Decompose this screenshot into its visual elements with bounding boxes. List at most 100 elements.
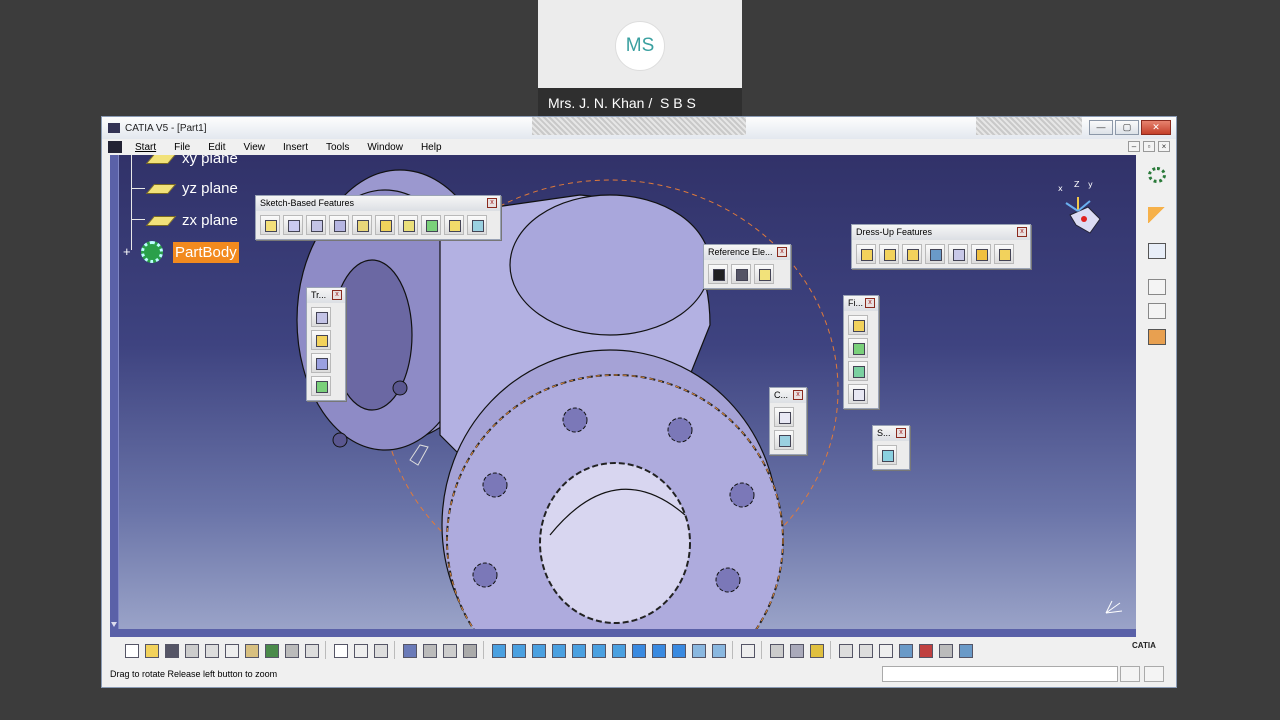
sketch-based-features-toolbar[interactable]: Sketch-Based Features x: [255, 195, 501, 240]
tree-item-partbody[interactable]: + PartBody: [123, 241, 239, 263]
tree-item-zx-plane[interactable]: zx plane: [145, 212, 238, 229]
3d-constraint-icon[interactable]: [896, 641, 914, 659]
toolbar-close-icon[interactable]: x: [896, 428, 906, 438]
measure-inertia-icon[interactable]: [807, 641, 825, 659]
maximize-button[interactable]: ▢: [1115, 120, 1139, 135]
menu-tools[interactable]: Tools: [317, 142, 358, 153]
contact-constraint-icon[interactable]: [774, 430, 794, 450]
toolbar-close-icon[interactable]: x: [793, 390, 803, 400]
menu-insert[interactable]: Insert: [274, 142, 317, 153]
scan-icon[interactable]: [460, 641, 478, 659]
cut-icon[interactable]: [202, 641, 220, 659]
rotate-icon[interactable]: [549, 641, 567, 659]
annotation-icon[interactable]: [1148, 279, 1166, 295]
normal-view-icon[interactable]: [609, 641, 627, 659]
toolbar-close-icon[interactable]: x: [865, 298, 875, 308]
snap-icon[interactable]: [856, 641, 874, 659]
toolbar-close-icon[interactable]: x: [487, 198, 497, 208]
print-icon[interactable]: [182, 641, 200, 659]
menu-window[interactable]: Window: [358, 142, 412, 153]
toolbar-close-icon[interactable]: x: [777, 247, 787, 257]
pan-icon[interactable]: [529, 641, 547, 659]
pad-icon[interactable]: [260, 215, 280, 235]
toolbar-close-icon[interactable]: x: [1017, 227, 1027, 237]
horizontal-scrollbar[interactable]: [110, 629, 1136, 637]
axis-system-icon[interactable]: [836, 641, 854, 659]
zoom-out-icon[interactable]: [589, 641, 607, 659]
apply-material-icon[interactable]: [1148, 329, 1166, 345]
catalog-icon[interactable]: [420, 641, 438, 659]
multi-section-solid-icon[interactable]: [444, 215, 464, 235]
doc-minimize-button[interactable]: –: [1128, 141, 1140, 152]
menu-view[interactable]: View: [234, 142, 274, 153]
measure-item-icon[interactable]: [787, 641, 805, 659]
fit-all-icon[interactable]: [509, 641, 527, 659]
edge-fillet-icon[interactable]: [856, 244, 876, 264]
fillet-toolbar[interactable]: Fi... x: [843, 295, 879, 409]
menu-file[interactable]: File: [165, 142, 199, 153]
swap-visible-icon[interactable]: [709, 641, 727, 659]
boolean-icon[interactable]: [440, 641, 458, 659]
split-icon[interactable]: [877, 445, 897, 465]
thickness-icon[interactable]: [948, 244, 968, 264]
grid-icon[interactable]: [876, 641, 894, 659]
multi-view-icon[interactable]: [629, 641, 647, 659]
slot-icon[interactable]: [398, 215, 418, 235]
variable-fillet-icon[interactable]: [848, 315, 868, 335]
chordal-fillet-icon[interactable]: [848, 384, 868, 404]
mirror-icon[interactable]: [311, 330, 331, 350]
redo-icon[interactable]: [282, 641, 300, 659]
toolbar-close-icon[interactable]: x: [332, 290, 342, 300]
measure-between-icon[interactable]: [767, 641, 785, 659]
minimize-button[interactable]: —: [1089, 120, 1113, 135]
save-icon[interactable]: [162, 641, 180, 659]
transformation-toolbar[interactable]: Tr... x: [306, 287, 346, 401]
knowledge-icon[interactable]: [371, 641, 389, 659]
tritangent-fillet-icon[interactable]: [848, 361, 868, 381]
title-bar[interactable]: CATIA V5 - [Part1] — ▢ ✕: [102, 117, 1176, 139]
sketcher-icon[interactable]: [1148, 243, 1166, 259]
menu-start[interactable]: Start: [126, 142, 165, 153]
reference-elements-toolbar[interactable]: Reference Ele... x: [703, 244, 791, 289]
analysis-icon[interactable]: [916, 641, 934, 659]
line-icon[interactable]: [731, 264, 751, 284]
doc-close-button[interactable]: ×: [1158, 141, 1170, 152]
zoom-in-icon[interactable]: [569, 641, 587, 659]
whats-this-icon[interactable]: [302, 641, 320, 659]
command-button[interactable]: [1120, 666, 1140, 682]
command-button[interactable]: [1144, 666, 1164, 682]
tree-item-xy-plane[interactable]: xy plane: [145, 155, 238, 167]
command-input[interactable]: [882, 666, 1118, 682]
rib-icon[interactable]: [375, 215, 395, 235]
workbench-gear-icon[interactable]: [1148, 167, 1166, 183]
iso-view-icon[interactable]: [649, 641, 667, 659]
paste-icon[interactable]: [242, 641, 260, 659]
surface-based-toolbar[interactable]: S... x: [872, 425, 910, 470]
point-icon[interactable]: [708, 264, 728, 284]
open-icon[interactable]: [142, 641, 160, 659]
compass-icon[interactable]: x Z y: [1050, 177, 1110, 237]
list-icon[interactable]: [936, 641, 954, 659]
scaling-icon[interactable]: [311, 376, 331, 396]
formula-icon[interactable]: [331, 641, 349, 659]
pocket-icon[interactable]: [283, 215, 303, 235]
face-fillet-icon[interactable]: [848, 338, 868, 358]
copy-icon[interactable]: [222, 641, 240, 659]
tree-item-yz-plane[interactable]: yz plane: [145, 180, 238, 197]
pattern-icon[interactable]: [311, 353, 331, 373]
update-icon[interactable]: [738, 641, 756, 659]
comment-icon[interactable]: [351, 641, 369, 659]
close-button[interactable]: ✕: [1141, 120, 1171, 135]
hole-icon[interactable]: [352, 215, 372, 235]
expand-plus-icon[interactable]: +: [123, 245, 135, 258]
shading-icon[interactable]: [669, 641, 687, 659]
doc-restore-button[interactable]: ▫: [1143, 141, 1155, 152]
shaft-icon[interactable]: [306, 215, 326, 235]
groove-icon[interactable]: [329, 215, 349, 235]
table-icon[interactable]: [400, 641, 418, 659]
stiffener-icon[interactable]: [421, 215, 441, 235]
select-arrow-icon[interactable]: [1148, 207, 1166, 223]
translation-icon[interactable]: [311, 307, 331, 327]
hide-show-icon[interactable]: [689, 641, 707, 659]
measure-icon[interactable]: [1148, 303, 1166, 319]
